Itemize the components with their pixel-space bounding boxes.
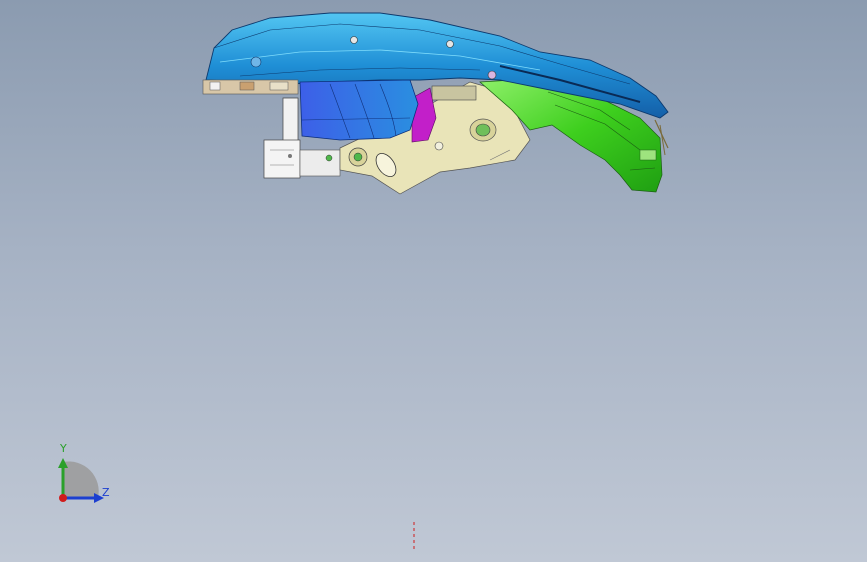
left-end-connector[interactable] [202, 79, 299, 95]
cad-3d-viewport[interactable]: Y Z [0, 0, 867, 562]
inner-reflector[interactable] [299, 79, 419, 141]
origin-marker-icon [413, 522, 415, 550]
triad-y-label: Y [60, 442, 67, 455]
triad-z-label: Z [102, 486, 110, 499]
coordinate-triad: Y Z [50, 440, 120, 510]
cad-model-headlamp-assembly[interactable] [0, 0, 867, 562]
